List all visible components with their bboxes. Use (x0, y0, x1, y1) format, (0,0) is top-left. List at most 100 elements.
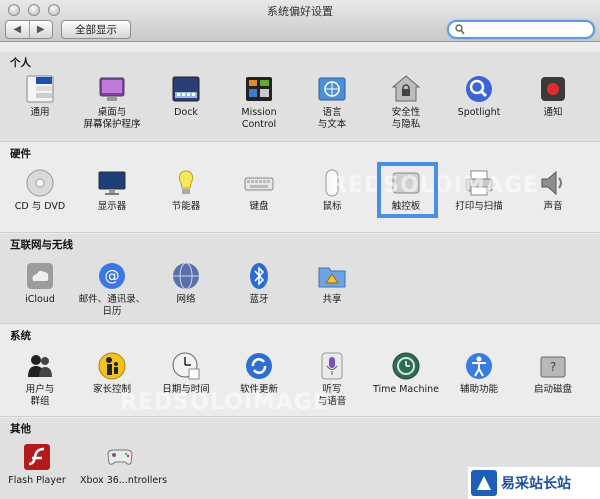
brand-text: 易采站长站 (501, 476, 571, 492)
toolbar: 系统偏好设置 ◀ ▶ 全部显示 (0, 0, 600, 42)
disk-icon: ? (540, 356, 566, 378)
pref-label: Dock (174, 107, 198, 118)
pref-dock[interactable]: Dock (151, 74, 221, 119)
pref-label: Flash Player (8, 475, 66, 486)
watermark-text: REDSOLOIMAGE (120, 390, 329, 415)
pref-users-groups[interactable]: 用户与 群组 (5, 351, 75, 408)
globe-icon (173, 262, 199, 290)
navigation-buttons: ◀ ▶ (5, 20, 53, 39)
speaker-icon (541, 170, 562, 196)
cloud-icon (27, 263, 53, 289)
section-internet-wireless: 互联网与无线 iCloud @ 邮件、通讯录、 日历 网络 蓝牙 共享 (0, 234, 600, 324)
pref-bluetooth[interactable]: 蓝牙 (224, 261, 294, 306)
pref-label: 语言 与文本 (317, 107, 347, 130)
pref-label: Time Machine (372, 384, 440, 395)
pref-label: 网络 (176, 294, 196, 305)
pref-security-privacy[interactable]: 安全性 与隐私 (371, 74, 441, 131)
clock-icon (172, 352, 200, 380)
pref-label: 桌面与 屏幕保护程序 (83, 107, 141, 130)
pref-spotlight[interactable]: Spotlight (444, 74, 514, 119)
pref-label: Spotlight (457, 107, 501, 118)
update-icon (246, 353, 272, 379)
pref-mission-control[interactable]: Mission Control (224, 74, 294, 131)
pref-label: 启动磁盘 (533, 384, 572, 395)
pref-keyboard[interactable]: 键盘 (224, 168, 294, 213)
pref-energy-saver[interactable]: 节能器 (151, 168, 221, 213)
pref-label: 安全性 与隐私 (391, 107, 421, 130)
pref-startup-disk[interactable]: ? 启动磁盘 (518, 351, 588, 396)
pref-network[interactable]: 网络 (151, 261, 221, 306)
pref-sharing[interactable]: 共享 (297, 261, 367, 306)
section-title: 硬件 (10, 148, 31, 160)
dock-icon (172, 76, 200, 102)
disc-icon (26, 169, 54, 197)
search-input[interactable] (447, 20, 595, 39)
magnifier-icon (466, 76, 492, 102)
brand-logo (471, 470, 497, 496)
section-hardware: 硬件 CD 与 DVD 显示器 节能器 键盘 鼠标 触控板 打印与扫描 声音 R… (0, 143, 600, 233)
pref-label: 声音 (543, 201, 563, 212)
pref-label: 通用 (30, 107, 50, 118)
pref-label: CD 与 DVD (14, 201, 66, 212)
pref-label: 蓝牙 (249, 294, 269, 305)
pref-label: 鼠标 (322, 201, 342, 212)
keyboard-icon (244, 177, 274, 191)
search-icon (455, 24, 465, 35)
pref-label: 通知 (543, 107, 563, 118)
house-lock-icon (391, 75, 421, 102)
section-title: 个人 (10, 57, 31, 69)
pref-flash-player[interactable]: Flash Player (2, 442, 72, 487)
back-button[interactable]: ◀ (6, 21, 29, 38)
pref-label: 键盘 (249, 201, 269, 212)
parental-icon (98, 352, 126, 380)
pref-mail-contacts-calendars[interactable]: @ 邮件、通讯录、 日历 (77, 261, 147, 318)
pref-label: 节能器 (171, 201, 201, 212)
system-preferences-window: 系统偏好设置 ◀ ▶ 全部显示 个人 通用 桌面与 屏幕保护程序 Dock Mi… (0, 0, 600, 499)
pref-label: 打印与扫描 (455, 201, 503, 212)
section-personal: 个人 通用 桌面与 屏幕保护程序 Dock Mission Control 语言… (0, 52, 600, 142)
pref-icloud[interactable]: iCloud (5, 261, 75, 306)
desktop-icon (99, 77, 125, 101)
pref-label: Xbox 36...ntrollers (80, 475, 168, 486)
pref-label: Mission Control (241, 107, 277, 130)
microphone-icon (321, 352, 343, 380)
un-flag-icon (318, 77, 346, 101)
pref-desktop-screensaver[interactable]: 桌面与 屏幕保护程序 (77, 74, 147, 131)
time-machine-icon (392, 352, 420, 380)
at-icon: @ (99, 263, 125, 289)
pref-accessibility[interactable]: 辅助功能 (444, 351, 514, 396)
section-system: 系统 用户与 群组 家长控制 日期与时间 软件更新 听写 与语音 Time Ma… (0, 325, 600, 417)
pref-language-text[interactable]: 语言 与文本 (297, 74, 367, 131)
pref-displays[interactable]: 显示器 (77, 168, 147, 213)
notification-icon (541, 77, 565, 101)
gamepad-icon (107, 449, 133, 465)
flash-icon (24, 444, 50, 470)
pref-general[interactable]: 通用 (5, 74, 75, 119)
mission-control-icon (246, 77, 272, 101)
file-menu-icon (26, 75, 54, 103)
svg-text:?: ? (550, 360, 556, 374)
pref-label: iCloud (25, 294, 55, 305)
brand-watermark: 易采站长站 (468, 467, 600, 499)
section-title: 互联网与无线 (10, 239, 73, 251)
trackpad-selection-highlight (377, 162, 438, 218)
pref-label: 辅助功能 (459, 384, 498, 395)
show-all-button[interactable]: 全部显示 (61, 20, 131, 39)
pref-xbox-controllers[interactable]: Xbox 36...ntrollers (80, 442, 168, 487)
sharing-folder-icon (318, 267, 346, 288)
svg-text:@: @ (105, 267, 120, 285)
monitor-icon (98, 171, 126, 195)
section-title: 系统 (10, 330, 31, 342)
bluetooth-icon (250, 263, 268, 289)
section-title: 其他 (10, 423, 31, 435)
forward-button[interactable]: ▶ (28, 21, 53, 38)
pref-notifications[interactable]: 通知 (518, 74, 588, 119)
pref-label: 共享 (322, 294, 342, 305)
window-title: 系统偏好设置 (267, 5, 333, 18)
pref-label: 显示器 (97, 201, 127, 212)
users-icon (28, 355, 52, 377)
pref-cd-dvd[interactable]: CD 与 DVD (5, 168, 75, 213)
pref-label: 用户与 群组 (25, 384, 55, 407)
bulb-icon (178, 170, 194, 194)
pref-time-machine[interactable]: Time Machine (371, 351, 441, 396)
